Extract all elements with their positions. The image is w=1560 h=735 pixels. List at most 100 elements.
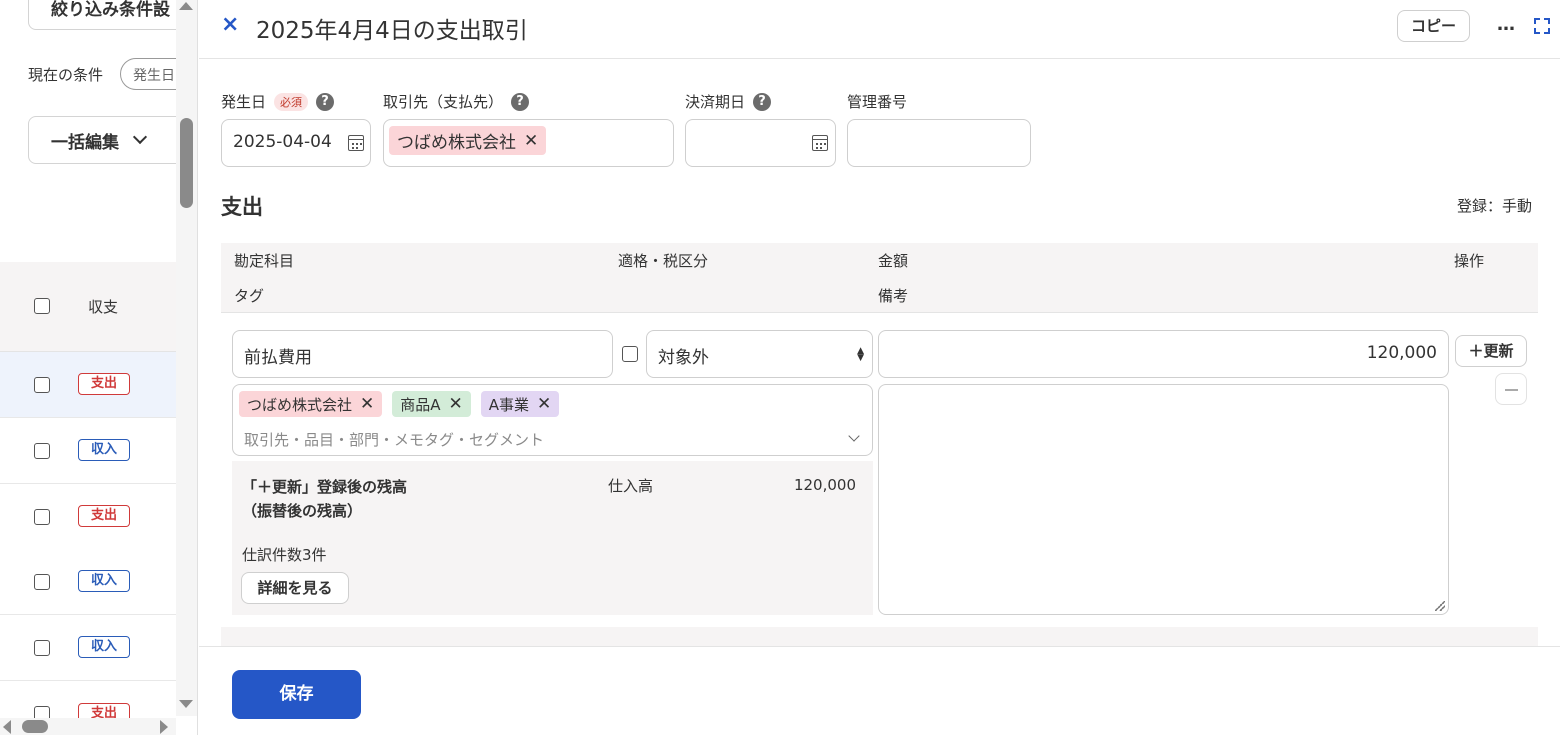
operations-header: 操作 bbox=[1454, 252, 1485, 270]
row-checkbox[interactable] bbox=[34, 574, 50, 590]
row-checkbox[interactable] bbox=[34, 640, 50, 656]
remove-tag-icon[interactable]: ✕ bbox=[537, 394, 551, 414]
income-expense-header: 収支 bbox=[88, 298, 119, 316]
scroll-up-arrow-icon[interactable] bbox=[179, 2, 193, 10]
balance-info: 「＋更新」登録後の残高 （振替後の残高） 仕入高 120,000 仕訳件数3件 … bbox=[232, 461, 873, 615]
calendar-icon[interactable] bbox=[812, 135, 828, 151]
status-badge: 収入 bbox=[78, 439, 130, 461]
remove-line-button[interactable] bbox=[1495, 373, 1527, 405]
vertical-scrollbar[interactable] bbox=[176, 0, 197, 716]
scroll-right-arrow-icon[interactable] bbox=[160, 720, 168, 734]
select-arrows-icon: ▲ ▼ bbox=[857, 346, 864, 363]
list-item[interactable]: 支出 bbox=[0, 352, 197, 418]
scroll-left-arrow-icon[interactable] bbox=[3, 720, 11, 734]
help-icon[interactable]: ? bbox=[316, 92, 335, 111]
partner-tag[interactable]: つばめ株式会社 ✕ bbox=[239, 391, 383, 417]
partner-tag[interactable]: つばめ株式会社 ✕ bbox=[389, 126, 547, 155]
partner-label-group: 取引先（支払先） ? bbox=[383, 91, 530, 112]
account-input[interactable]: 前払費用 bbox=[232, 330, 613, 378]
tax-select[interactable]: 対象外 ▲ ▼ bbox=[646, 330, 873, 378]
filter-conditions-button[interactable]: 絞り込み条件設 bbox=[28, 0, 197, 30]
list-header: 収支 bbox=[0, 262, 197, 352]
status-badge: 収入 bbox=[78, 570, 130, 592]
chevron-down-icon bbox=[132, 129, 148, 145]
remove-tag-icon[interactable]: ✕ bbox=[449, 394, 463, 414]
memo-textarea[interactable] bbox=[878, 384, 1449, 615]
tag-input[interactable]: つばめ株式会社 ✕ 商品A ✕ A事業 ✕ 取引先・品目・部門・メモタグ・セグメ… bbox=[232, 384, 873, 456]
tag-placeholder: 取引先・品目・部門・メモタグ・セグメント bbox=[244, 431, 545, 449]
current-condition-label: 現在の条件 bbox=[28, 66, 104, 84]
balance-amount: 120,000 bbox=[793, 476, 856, 494]
status-badge: 収入 bbox=[78, 636, 130, 658]
row-checkbox[interactable] bbox=[34, 443, 50, 459]
list-item[interactable]: 収入 bbox=[0, 549, 197, 615]
tag-label: 商品A bbox=[400, 395, 441, 414]
list-item[interactable]: 収入 bbox=[0, 418, 197, 484]
section-title: 支出 bbox=[221, 195, 263, 219]
tag-header: タグ bbox=[234, 287, 265, 305]
list-item[interactable]: 収入 bbox=[0, 615, 197, 681]
department-tag[interactable]: A事業 ✕ bbox=[480, 391, 560, 417]
remove-tag-icon[interactable]: ✕ bbox=[360, 394, 374, 414]
vertical-scroll-thumb[interactable] bbox=[180, 118, 193, 208]
partner-input[interactable]: つばめ株式会社 ✕ bbox=[383, 119, 674, 167]
row-checkbox[interactable] bbox=[34, 377, 50, 393]
required-badge: 必須 bbox=[274, 92, 309, 111]
bulk-edit-button[interactable]: 一括編集 bbox=[28, 116, 197, 164]
copy-button[interactable]: コピー bbox=[1397, 10, 1470, 42]
condition-chip-label: 発生日 bbox=[133, 68, 175, 84]
save-button[interactable]: 保存 bbox=[232, 670, 361, 719]
tax-header: 適格・税区分 bbox=[618, 252, 709, 270]
amount-input[interactable]: 120,000 bbox=[878, 330, 1449, 378]
date-value: 2025-04-04 bbox=[233, 132, 332, 152]
panel-header: × 2025年4月4日の支出取引 コピー … bbox=[199, 0, 1560, 59]
save-button-label: 保存 bbox=[279, 684, 314, 704]
balance-account: 仕入高 bbox=[608, 477, 654, 495]
list-item[interactable]: 支出 bbox=[0, 484, 197, 550]
expand-icon[interactable] bbox=[1534, 18, 1550, 34]
panel-footer: 保存 bbox=[199, 646, 1560, 735]
select-all-checkbox[interactable] bbox=[34, 298, 50, 314]
status-badge: 支出 bbox=[78, 373, 130, 395]
date-label-group: 発生日 必須 ? bbox=[221, 91, 335, 112]
scroll-down-arrow-icon[interactable] bbox=[179, 700, 193, 708]
line-table-header: 勘定科目 適格・税区分 金額 操作 タグ 備考 bbox=[221, 243, 1538, 313]
resize-grip-icon[interactable] bbox=[1435, 601, 1445, 611]
tag-label: A事業 bbox=[488, 395, 530, 414]
calendar-icon[interactable] bbox=[348, 135, 364, 151]
transaction-list-pane: 絞り込み条件設 現在の条件 発生日 一括編集 収支 支出 収入 支出 収入 収入… bbox=[0, 0, 198, 735]
tax-value: 対象外 bbox=[658, 348, 709, 368]
help-icon[interactable]: ? bbox=[511, 92, 530, 111]
memo-header: 備考 bbox=[878, 287, 909, 305]
view-details-button[interactable]: 詳細を見る bbox=[241, 572, 349, 604]
balance-title: 「＋更新」登録後の残高 （振替後の残高） bbox=[242, 475, 407, 523]
registration-method: 登録：手動 bbox=[1457, 197, 1533, 215]
due-date-input[interactable] bbox=[685, 119, 836, 167]
chevron-down-icon[interactable] bbox=[848, 430, 860, 442]
date-label: 発生日 bbox=[221, 93, 267, 111]
amount-header: 金額 bbox=[878, 252, 909, 270]
update-button-label: ＋更新 bbox=[1468, 342, 1514, 360]
tag-label: つばめ株式会社 bbox=[247, 395, 353, 414]
filter-conditions-label: 絞り込み条件設 bbox=[51, 0, 170, 20]
partner-tag-label: つばめ株式会社 bbox=[397, 133, 516, 153]
due-date-label: 決済期日 bbox=[685, 93, 746, 111]
tag-list: つばめ株式会社 ✕ 商品A ✕ A事業 ✕ bbox=[239, 391, 560, 417]
account-header: 勘定科目 bbox=[234, 252, 295, 270]
more-options-icon[interactable]: … bbox=[1497, 14, 1515, 35]
row-checkbox[interactable] bbox=[34, 509, 50, 525]
management-number-label-group: 管理番号 bbox=[847, 91, 907, 112]
journal-count: 仕訳件数3件 bbox=[242, 546, 327, 564]
close-icon[interactable]: × bbox=[221, 12, 239, 37]
horizontal-scroll-thumb[interactable] bbox=[22, 720, 48, 733]
remove-tag-icon[interactable]: ✕ bbox=[524, 131, 538, 151]
amount-value: 120,000 bbox=[1366, 343, 1437, 363]
help-icon[interactable]: ? bbox=[753, 92, 772, 111]
date-input[interactable]: 2025-04-04 bbox=[221, 119, 371, 167]
copy-button-label: コピー bbox=[1410, 17, 1456, 35]
management-number-input[interactable] bbox=[847, 119, 1031, 167]
item-tag[interactable]: 商品A ✕ bbox=[392, 391, 471, 417]
management-number-label: 管理番号 bbox=[847, 93, 908, 111]
qualified-checkbox[interactable] bbox=[622, 346, 638, 362]
update-button[interactable]: ＋更新 bbox=[1455, 335, 1527, 367]
